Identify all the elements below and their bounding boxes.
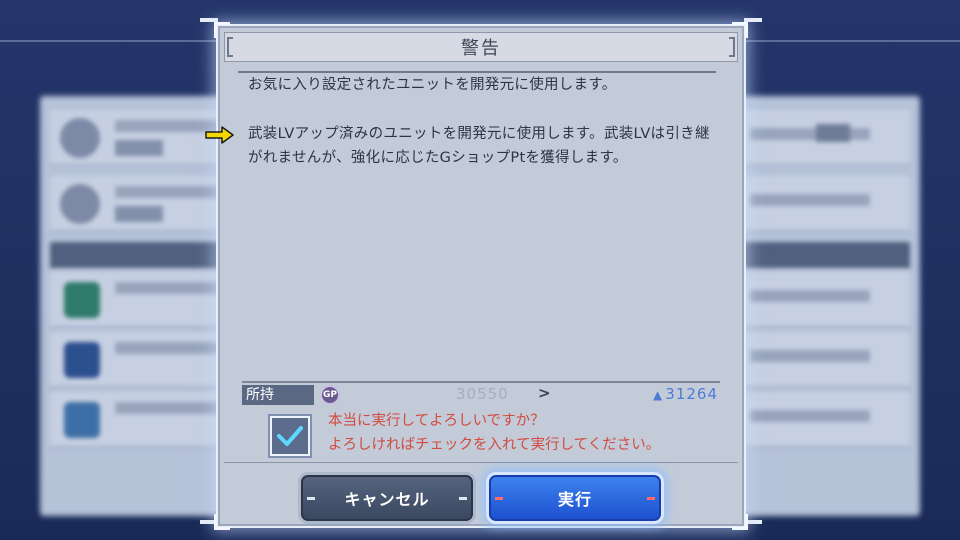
yellow-arrow-icon <box>205 126 234 144</box>
execute-button-label: 実行 <box>557 490 592 509</box>
header-bracket <box>729 37 735 57</box>
owned-new-value: 31264 <box>665 385 718 403</box>
header-bracket <box>227 37 233 57</box>
dialog-corner <box>214 514 230 530</box>
dialog-title: 警告 <box>461 38 501 59</box>
owned-label: 所持 <box>242 385 314 405</box>
message-favorite-notice: お気に入り設定されたユニットを開発元に使用します。 <box>248 77 617 93</box>
dialog-corner <box>732 514 748 530</box>
button-dash <box>495 497 503 500</box>
button-dash <box>307 497 315 500</box>
button-dash <box>647 497 655 500</box>
cancel-button-label: キャンセル <box>344 490 430 509</box>
chevron-right-icon: > <box>538 384 551 402</box>
confirm-instruction: よろしければチェックを入れて実行してください。 <box>328 437 661 453</box>
owned-new-value-group: ▲ 31264 <box>653 385 718 403</box>
confirm-question: 本当に実行してよろしいですか？ <box>328 413 545 429</box>
confirm-checkbox[interactable] <box>270 416 310 456</box>
cancel-button[interactable]: キャンセル <box>298 472 476 524</box>
arrow-up-icon: ▲ <box>653 388 664 402</box>
dialog-header: 警告 <box>224 32 738 62</box>
owned-current-value: 30550 <box>456 385 509 403</box>
button-dash <box>459 497 467 500</box>
warning-dialog: 警告 お気に入り設定されたユニットを開発元に使用します。 武装LVアップ済みのユ… <box>205 22 748 530</box>
divider <box>224 462 738 463</box>
execute-button[interactable]: 実行 <box>486 472 664 524</box>
owned-points-row: 所持 GP 30550 > ▲ 31264 <box>242 381 720 405</box>
message-weapon-level-warning: 武装LVアップ済みのユニットを開発元に使用します。武装LVは引き継がれませんが、… <box>248 126 710 166</box>
checkmark-icon <box>277 426 303 446</box>
gp-coin-icon: GP <box>320 385 340 405</box>
